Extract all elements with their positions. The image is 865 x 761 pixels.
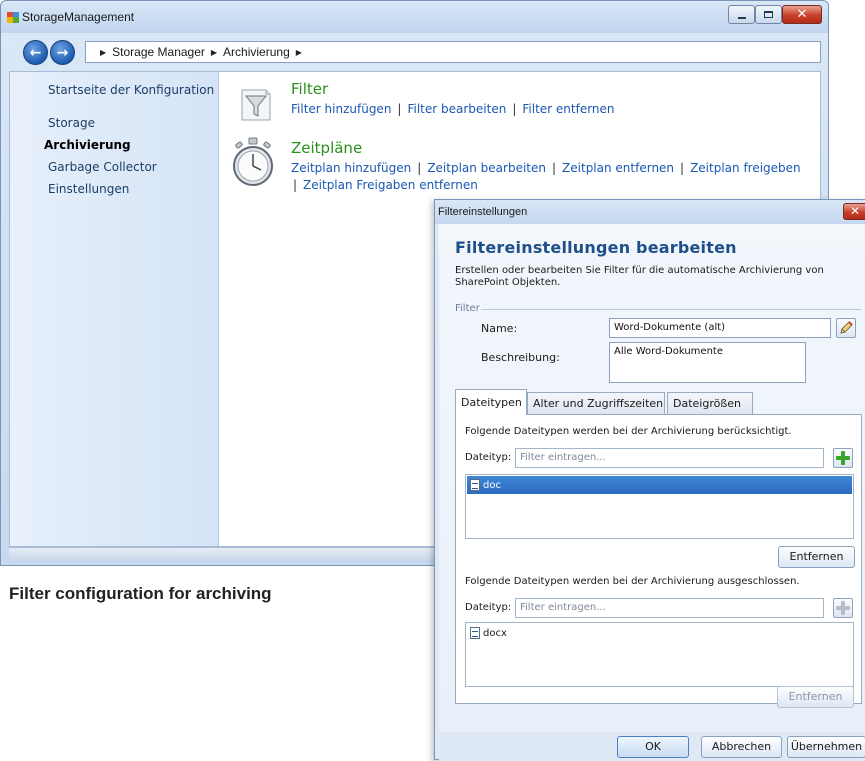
link-separator: | [293,178,298,192]
breadcrumb-separator-icon: ▶ [100,47,107,57]
tab-dateitypen[interactable]: Dateitypen [455,389,527,415]
app-icon [7,12,19,23]
dialog-close-button[interactable]: ✕ [843,203,865,220]
ok-button[interactable]: OK [617,736,689,758]
close-icon: ✕ [850,204,861,218]
schedule-links-line-1: Zeitplan hinzufügen | Zeitplan bearbeiten |… [291,161,801,175]
schedule-links-line-2: | Zeitplan Freigaben entfernen [293,178,478,192]
remove-schedule-link[interactable]: Zeitplan entfernen [562,161,674,175]
list-item[interactable]: doc [467,476,852,494]
description-field[interactable]: Alle Word-Dokumente [609,342,806,383]
dateitypen-panel: Folgende Dateitypen werden bei der Archi… [455,414,862,704]
add-schedule-link[interactable]: Zeitplan hinzufügen [291,161,411,175]
add-exclude-filetype-button[interactable] [833,598,853,618]
sidebar-item-storage[interactable]: Storage [48,116,95,130]
minimize-icon [737,16,746,19]
sidebar-item-startseite[interactable]: Startseite der Konfiguration [48,83,214,97]
sidebar-item-einstellungen[interactable]: Einstellungen [48,182,129,196]
include-filetype-list[interactable]: doc [465,474,854,539]
tab-alter-und-zugriffszeiten[interactable]: Alter und Zugriffszeiten [527,392,665,414]
remove-schedule-shares-link[interactable]: Zeitplan Freigaben entfernen [303,178,478,192]
sidebar: Startseite der Konfiguration Storage Arc… [10,72,219,546]
close-button[interactable]: ✕ [782,5,822,24]
group-divider [481,309,861,310]
remove-filter-link[interactable]: Filter entfernen [522,102,614,116]
exclude-filetype-list[interactable]: docx [465,622,854,687]
breadcrumb-item-storage-manager[interactable]: Storage Manager [112,45,205,59]
exclude-filetype-input[interactable]: Filter eintragen... [515,598,824,618]
exclude-info-text: Folgende Dateitypen werden bei der Archi… [465,576,800,587]
funnel-icon [241,89,271,121]
apply-button[interactable]: Übernehmen [787,736,865,758]
forward-button[interactable]: → [50,40,75,65]
breadcrumb-item-archivierung[interactable]: Archivierung [223,45,290,59]
plus-icon [836,451,850,465]
dialog-description: Erstellen oder bearbeiten Sie Filter für… [455,265,824,288]
maximize-button[interactable] [755,5,782,24]
list-item[interactable]: docx [467,624,507,642]
filter-links: Filter hinzufügen | Filter bearbeiten | Filt… [291,102,615,116]
add-include-filetype-button[interactable] [833,448,853,468]
back-arrow-icon: ← [29,44,42,61]
list-item-label: docx [483,627,507,639]
name-label: Name: [481,322,518,335]
tab-dateigroessen[interactable]: Dateigrößen [667,392,753,414]
name-field[interactable]: Word-Dokumente (alt) [609,318,831,338]
edit-schedule-link[interactable]: Zeitplan bearbeiten [427,161,546,175]
link-separator: | [397,102,402,116]
filter-section-title: Filter [291,80,329,98]
remove-exclude-button[interactable]: Entfernen [777,686,854,708]
include-filetype-placeholder: Filter eintragen... [520,452,606,463]
document-icon [470,627,480,639]
description-label: Beschreibung: [481,351,560,364]
link-separator: | [552,161,557,175]
link-separator: | [512,102,517,116]
link-separator: | [417,161,422,175]
list-item-label: doc [483,479,501,491]
share-schedule-link[interactable]: Zeitplan freigeben [690,161,801,175]
include-filetype-input[interactable]: Filter eintragen... [515,448,824,468]
cancel-button[interactable]: Abbrechen [701,736,782,758]
forward-arrow-icon: → [56,44,69,61]
breadcrumb-separator-icon: ▶ [210,47,218,57]
link-separator: | [680,161,685,175]
rename-button[interactable] [836,318,856,338]
pencil-icon [840,321,853,334]
window-title: StorageManagement [22,10,135,24]
navigation-bar: ← → ▶ Storage Manager ▶ Archivierung ▶ [1,33,828,71]
add-filter-link[interactable]: Filter hinzufügen [291,102,391,116]
minimize-button[interactable] [728,5,755,24]
breadcrumb-separator-icon[interactable]: ▶ [296,48,302,57]
remove-include-button[interactable]: Entfernen [778,546,855,568]
dialog-body: Filtereinstellungen bearbeiten Erstellen… [439,224,865,732]
maximize-icon [764,11,773,18]
exclude-filetype-label: Dateityp: [465,602,512,613]
sidebar-item-archivierung[interactable]: Archivierung [44,138,131,152]
document-icon [470,479,480,491]
dialog-title: Filtereinstellungen [438,206,528,218]
schedules-section-title: Zeitpläne [291,139,363,157]
exclude-filetype-placeholder: Filter eintragen... [520,602,606,613]
include-filetype-label: Dateityp: [465,452,512,463]
close-icon: ✕ [796,7,808,22]
dialog-footer: OK Abbrechen Übernehmen [439,732,865,761]
edit-filter-link[interactable]: Filter bearbeiten [407,102,506,116]
breadcrumb[interactable]: ▶ Storage Manager ▶ Archivierung ▶ [85,41,821,63]
include-info-text: Folgende Dateitypen werden bei der Archi… [465,426,792,437]
dialog-heading: Filtereinstellungen bearbeiten [455,238,737,257]
back-button[interactable]: ← [23,40,48,65]
sidebar-item-garbage-collector[interactable]: Garbage Collector [48,160,157,174]
dialog-titlebar[interactable]: Filtereinstellungen ✕ [435,200,865,224]
filter-group-label: Filter [455,303,480,314]
stopwatch-icon [233,137,273,186]
window-titlebar[interactable]: StorageManagement ✕ [1,1,828,33]
filter-settings-dialog: Filtereinstellungen ✕ Filtereinstellunge… [434,199,865,761]
plus-icon [836,601,850,615]
figure-caption: Filter configuration for archiving [9,584,272,603]
